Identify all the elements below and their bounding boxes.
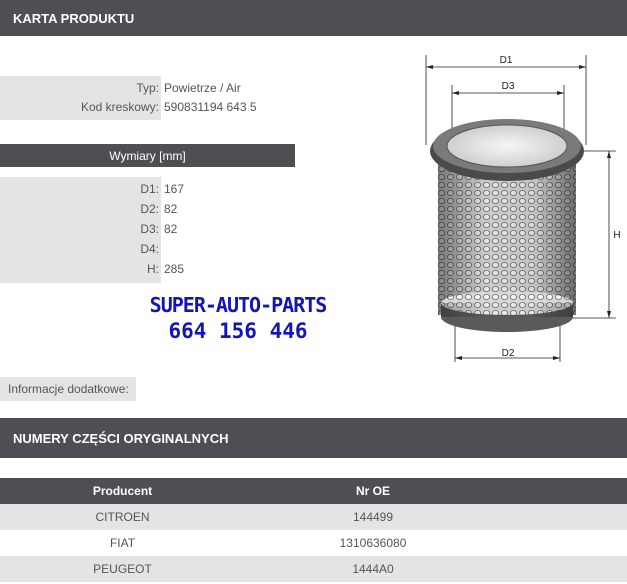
- dimension-row-d1: D1: 167: [0, 179, 184, 199]
- label-d2: D2: [502, 348, 515, 359]
- dimension-label: D4:: [140, 242, 159, 256]
- promo-text: SUPER-AUTO-PARTS 664 156 446: [128, 292, 348, 344]
- label-d3: D3: [502, 81, 515, 92]
- product-card-header: KARTA PRODUKTU: [0, 0, 627, 36]
- table-row: PEUGEOT 1444A0: [0, 556, 627, 582]
- oe-table-header-row: Producent Nr OE: [0, 478, 627, 504]
- filter-diagram: D1 D3 H D2: [425, 55, 621, 362]
- producer-cell: CITROEN: [0, 504, 245, 530]
- dimension-row-d2: D2: 82: [0, 199, 177, 219]
- spacer-cell: [501, 504, 627, 530]
- dimension-row-h: H: 285: [0, 259, 184, 279]
- dimension-value: 82: [164, 202, 178, 216]
- extra-info-label: Informacje dodatkowe:: [0, 377, 136, 401]
- producer-cell: PEUGEOT: [0, 556, 245, 582]
- label-d1: D1: [500, 55, 513, 66]
- barcode-value: 590831194 643 5: [164, 100, 257, 114]
- filter-body: [430, 119, 584, 332]
- column-header-producer: Producent: [0, 478, 245, 504]
- dimension-label: H:: [147, 262, 159, 276]
- dimensions-title: Wymiary [mm]: [109, 148, 186, 163]
- oe-number-cell: 1444A0: [245, 556, 501, 582]
- oe-table: Producent Nr OE CITROEN 144499 FIAT 1310…: [0, 478, 627, 582]
- column-header-oe-number: Nr OE: [245, 478, 501, 504]
- label-h: H: [613, 230, 620, 241]
- oe-number-cell: 1310636080: [245, 530, 501, 556]
- spacer-cell: [501, 530, 627, 556]
- dimension-value: 285: [164, 262, 185, 276]
- product-card-title: KARTA PRODUKTU: [13, 10, 135, 26]
- table-row: CITROEN 144499: [0, 504, 627, 530]
- oe-number-cell: 144499: [245, 504, 501, 530]
- barcode-label: Kod kreskowy:: [80, 100, 159, 114]
- producer-cell: FIAT: [0, 530, 245, 556]
- table-row: FIAT 1310636080: [0, 530, 627, 556]
- dimension-label: D2:: [140, 202, 159, 216]
- dimension-h: H: [570, 150, 621, 319]
- type-value: Powietrze / Air: [164, 81, 241, 95]
- barcode-row: Kod kreskowy: 590831194 643 5: [0, 97, 257, 117]
- promo-shop-name: SUPER-AUTO-PARTS: [149, 293, 328, 317]
- dimension-value: 82: [164, 222, 178, 236]
- promo-phone: 664 156 446: [168, 319, 308, 343]
- dimensions-header: Wymiary [mm]: [0, 144, 295, 167]
- oe-section-header: NUMERY CZĘŚCI ORYGINALNYCH: [0, 418, 627, 458]
- dimension-label: D1:: [140, 182, 159, 196]
- column-header-spacer: [501, 478, 627, 504]
- spacer-cell: [501, 556, 627, 582]
- type-row: Typ: Powietrze / Air: [0, 78, 241, 98]
- dimension-row-d3: D3: 82: [0, 219, 177, 239]
- oe-section-title: NUMERY CZĘŚCI ORYGINALNYCH: [13, 430, 229, 446]
- dimension-label: D3:: [140, 222, 159, 236]
- type-label: Typ:: [136, 81, 159, 95]
- dimension-value: 167: [164, 182, 185, 196]
- dimension-row-d4: D4:: [0, 239, 164, 259]
